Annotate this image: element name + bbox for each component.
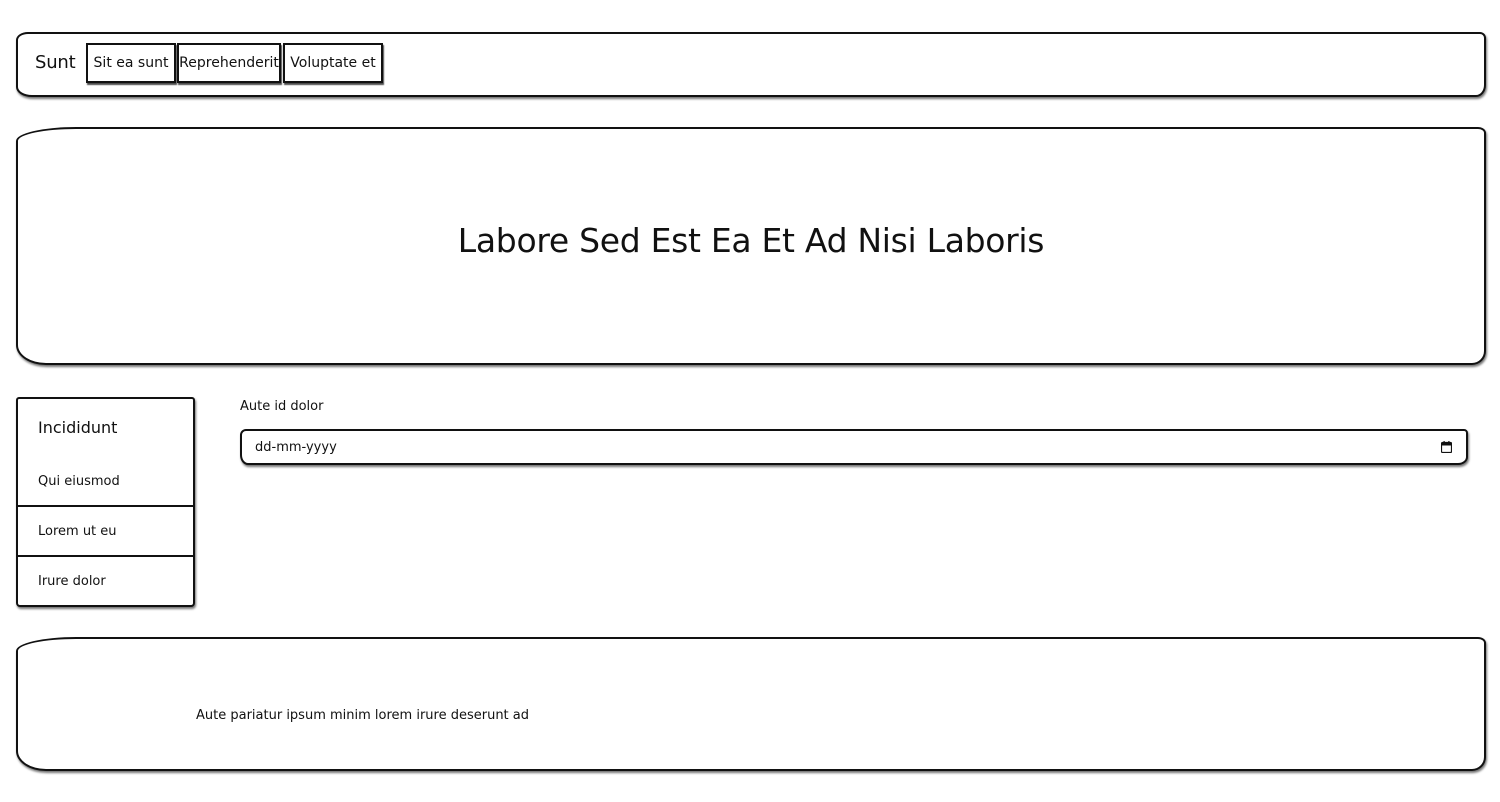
footer-text: Aute pariatur ipsum minim lorem irure de… — [196, 708, 530, 723]
hero-banner: Labore Sed Est Ea Et Ad Nisi Laboris — [16, 127, 1486, 365]
navbar: Sunt Sit ea sunt Reprehenderit Voluptate… — [16, 32, 1486, 97]
date-field-label: Aute id dolor — [240, 399, 324, 414]
nav-button-sit-ea-sunt[interactable]: Sit ea sunt — [86, 43, 176, 83]
date-input[interactable]: dd-mm-yyyy — [240, 429, 1468, 465]
hero-title: Labore Sed Est Ea Et Ad Nisi Laboris — [457, 221, 1045, 260]
sidebar-item-qui-eiusmod[interactable]: Qui eiusmod — [18, 457, 193, 505]
brand-name[interactable]: Sunt — [35, 52, 76, 73]
sidebar-heading: Incididunt — [38, 418, 118, 437]
sidebar: Incididunt Qui eiusmod Lorem ut eu Irure… — [16, 397, 195, 607]
date-input-placeholder: dd-mm-yyyy — [255, 440, 337, 455]
footer: Aute pariatur ipsum minim lorem irure de… — [16, 637, 1486, 771]
sidebar-item-irure-dolor[interactable]: Irure dolor — [18, 555, 193, 605]
nav-button-reprehenderit[interactable]: Reprehenderit — [177, 43, 281, 83]
nav-button-voluptate-et[interactable]: Voluptate et — [283, 43, 383, 83]
sidebar-item-lorem-ut-eu[interactable]: Lorem ut eu — [18, 505, 193, 555]
calendar-icon[interactable] — [1441, 441, 1452, 453]
page: Sunt Sit ea sunt Reprehenderit Voluptate… — [0, 0, 1500, 802]
